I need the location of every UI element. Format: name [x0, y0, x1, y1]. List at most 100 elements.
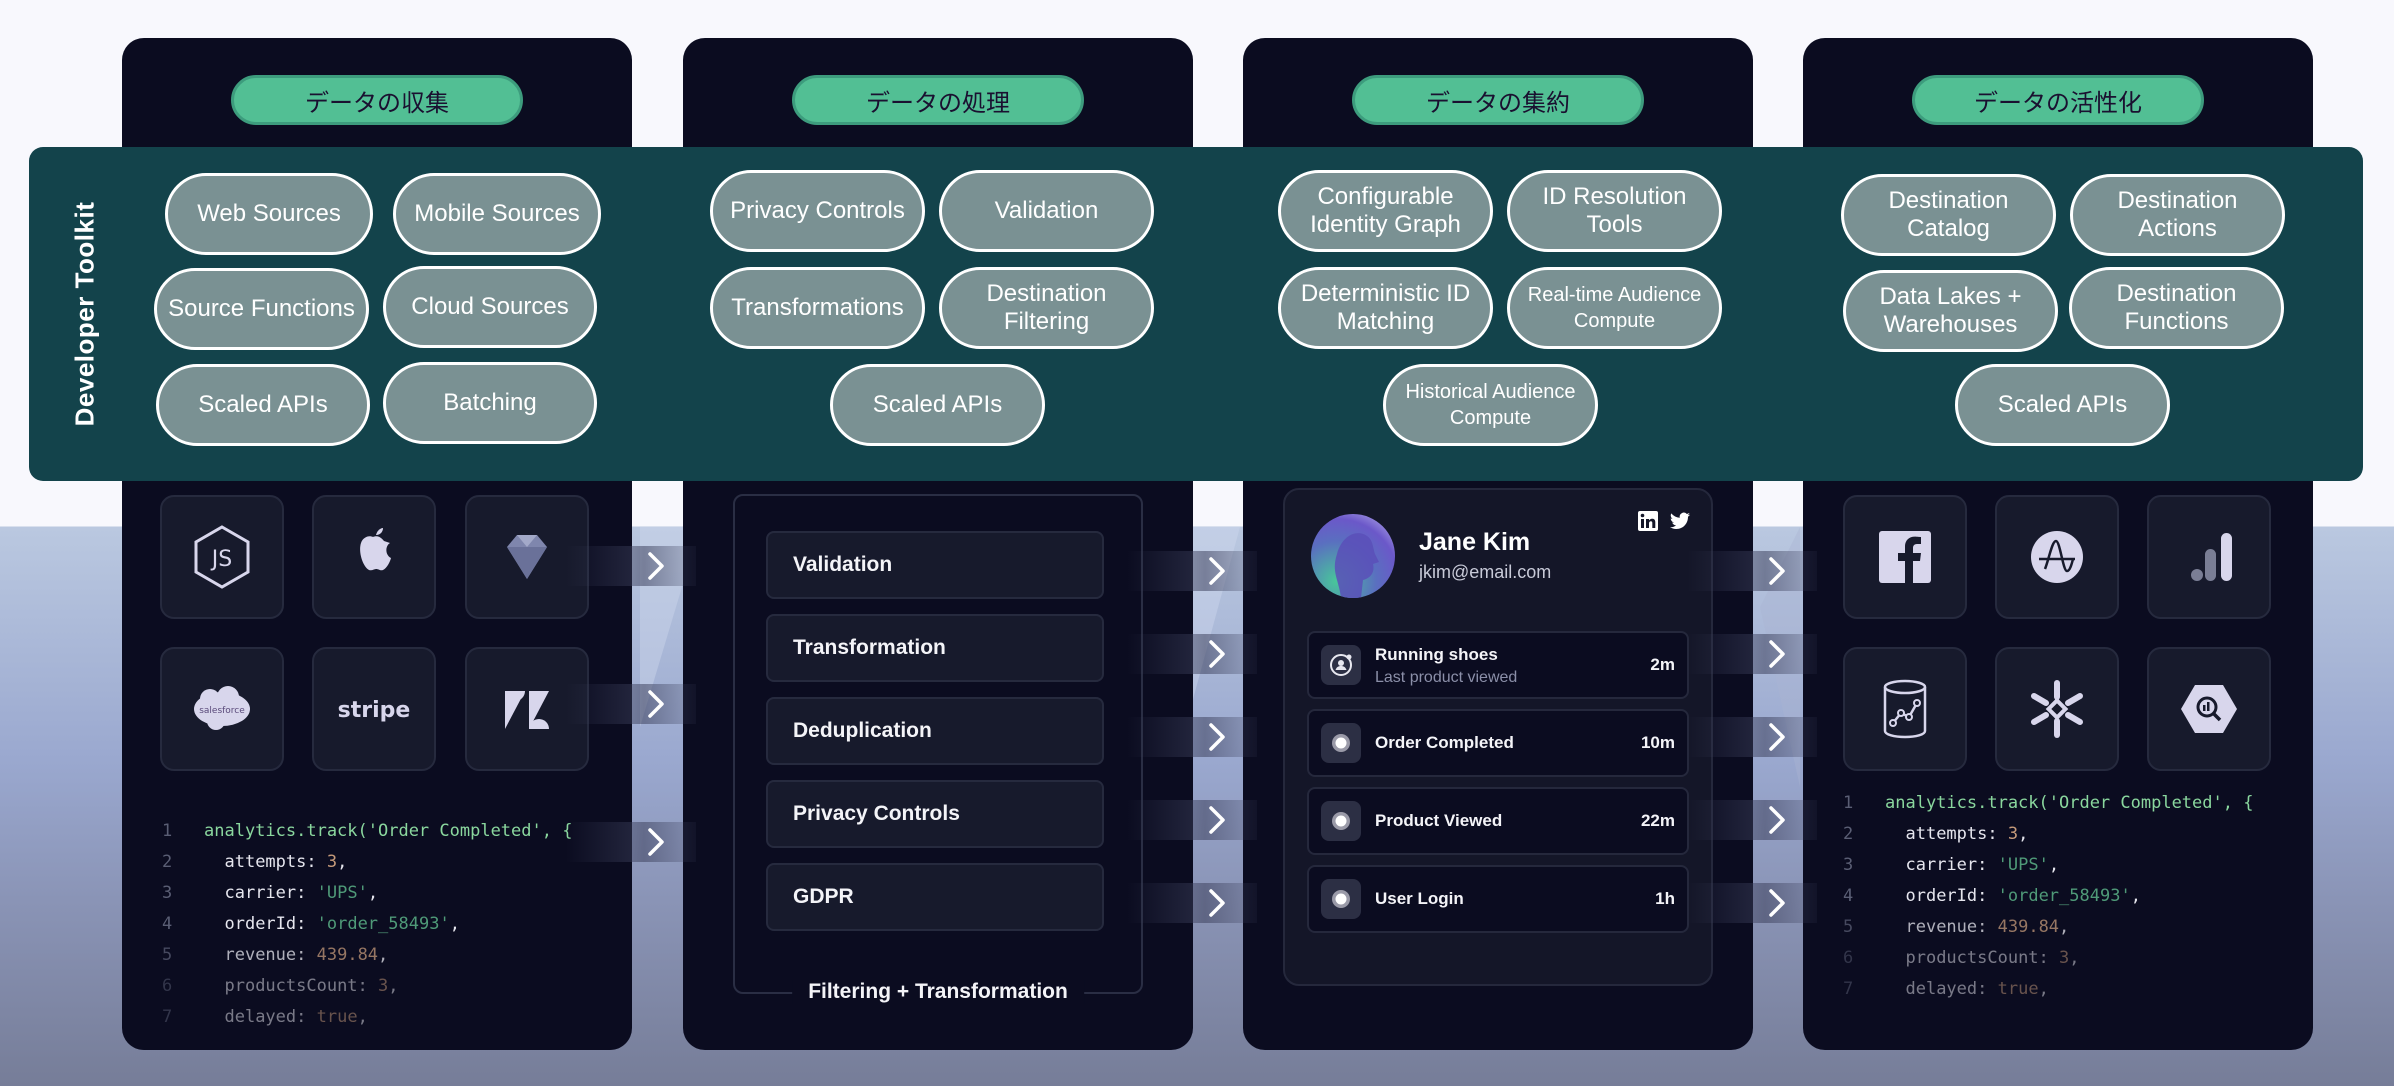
pill-source-functions[interactable]: Source Functions	[154, 268, 369, 350]
profile-name: Jane Kim	[1419, 528, 1531, 556]
svg-text:JS: JS	[210, 547, 232, 572]
chevron-right-icon	[1209, 557, 1225, 585]
pill-batching[interactable]: Batching	[383, 362, 597, 444]
pill-scaled-apis[interactable]: Scaled APIs	[1955, 364, 2170, 446]
arrow-connector	[1127, 551, 1257, 591]
facebook-icon	[1879, 531, 1931, 583]
event-title: Product Viewed	[1375, 811, 1503, 830]
event-title: Running shoes	[1375, 645, 1498, 664]
arrow-connector	[566, 546, 696, 586]
chevron-right-icon	[1209, 640, 1225, 668]
event-time: 10m	[1640, 733, 1675, 752]
pill-privacy-controls[interactable]: Privacy Controls	[710, 170, 925, 252]
tile-snowflake[interactable]	[1995, 647, 2119, 771]
pill-scaled-apis[interactable]: Scaled APIs	[156, 364, 370, 446]
stage-badge-activate: データの活性化	[1912, 75, 2204, 125]
pill-destination-functions[interactable]: Destination Functions	[2069, 267, 2284, 349]
pill-deterministic-id-matching[interactable]: Deterministic ID Matching	[1278, 267, 1493, 349]
chevron-right-icon	[648, 690, 664, 718]
code-line: 2 attempts: 3,	[1843, 824, 2029, 844]
linkedin-icon[interactable]	[1637, 510, 1659, 532]
pill-destination-catalog[interactable]: Destination Catalog	[1841, 174, 2056, 256]
salesforce-icon: salesforce	[194, 686, 250, 730]
pill-scaled-apis[interactable]: Scaled APIs	[830, 364, 1045, 446]
event-time: 1h	[1655, 889, 1675, 908]
stage-badge-collect: データの収集	[231, 75, 523, 125]
tile-apple[interactable]	[312, 495, 436, 619]
profile-card: Jane Kim jkim@email.com Running shoes La…	[1283, 488, 1713, 986]
pill-destination-actions[interactable]: Destination Actions	[2070, 174, 2285, 256]
code-line: 6 productsCount: 3,	[1843, 948, 2080, 968]
avatar	[1311, 514, 1395, 598]
data-lake-icon	[1883, 679, 1927, 739]
arrow-connector	[1127, 800, 1257, 840]
chevron-right-icon	[1209, 723, 1225, 751]
pill-id-resolution-tools[interactable]: ID Resolution Tools	[1507, 170, 1722, 252]
event-product-viewed[interactable]: Product Viewed 22m	[1307, 787, 1689, 855]
step-gdpr[interactable]: GDPR	[766, 863, 1104, 931]
tile-stripe[interactable]: stripe	[312, 647, 436, 771]
arrow-connector	[1127, 717, 1257, 757]
arrow-connector	[1127, 883, 1257, 923]
tile-salesforce[interactable]: salesforce	[160, 647, 284, 771]
stripe-icon: stripe	[338, 698, 410, 723]
pill-destination-filtering[interactable]: Destination Filtering	[939, 267, 1154, 349]
twitter-icon[interactable]	[1669, 510, 1691, 532]
pill-transformations[interactable]: Transformations	[710, 267, 925, 349]
arrow-connector	[1687, 800, 1817, 840]
event-user-login[interactable]: User Login 1h	[1307, 865, 1689, 933]
tile-amplitude[interactable]	[1995, 495, 2119, 619]
pill-mobile-sources[interactable]: Mobile Sources	[393, 173, 601, 255]
code-line: 6 productsCount: 3,	[162, 976, 399, 996]
chevron-right-icon	[648, 828, 664, 856]
pill-realtime-audience-compute[interactable]: Real-time Audience Compute	[1507, 267, 1722, 349]
chevron-right-icon	[1209, 889, 1225, 917]
pill-data-lakes-warehouses[interactable]: Data Lakes + Warehouses	[1843, 270, 2058, 352]
code-line: 4 orderId: 'order_58493',	[162, 914, 460, 934]
step-validation[interactable]: Validation	[766, 531, 1104, 599]
ruby-icon	[507, 535, 547, 579]
user-circle-icon	[1321, 645, 1361, 685]
dot-icon	[1321, 723, 1361, 763]
pill-historical-audience-compute[interactable]: Historical Audience Compute	[1383, 364, 1598, 446]
arrow-connector	[566, 822, 696, 862]
nodejs-icon: JS	[194, 525, 250, 589]
code-line: 3 carrier: 'UPS',	[1843, 855, 2060, 875]
code-line: 4 orderId: 'order_58493',	[1843, 886, 2141, 906]
band-title: Developer Toolkit	[69, 201, 100, 427]
arrow-connector	[1687, 717, 1817, 757]
code-line: 1 analytics.track('Order Completed', {	[162, 821, 573, 841]
code-line: 3 carrier: 'UPS',	[162, 883, 379, 903]
zendesk-icon	[505, 691, 549, 729]
event-time: 22m	[1640, 811, 1675, 830]
pill-configurable-identity-graph[interactable]: Configurable Identity Graph	[1278, 170, 1493, 252]
tile-facebook[interactable]	[1843, 495, 1967, 619]
chevron-right-icon	[1769, 889, 1785, 917]
tile-nodejs[interactable]: JS	[160, 495, 284, 619]
tile-data-lake[interactable]	[1843, 647, 1967, 771]
chevron-right-icon	[1769, 640, 1785, 668]
event-time: 2m	[1650, 655, 1675, 674]
code-line: 7 delayed: true,	[162, 1007, 368, 1027]
code-line: 5 revenue: 439.84,	[1843, 917, 2070, 937]
arrow-connector	[1687, 551, 1817, 591]
dot-icon	[1321, 801, 1361, 841]
event-title: User Login	[1375, 889, 1464, 908]
event-running-shoes[interactable]: Running shoes Last product viewed 2m	[1307, 631, 1689, 699]
pill-cloud-sources[interactable]: Cloud Sources	[383, 266, 597, 348]
code-fade	[122, 1030, 632, 1050]
step-transformation[interactable]: Transformation	[766, 614, 1104, 682]
chevron-right-icon	[1769, 806, 1785, 834]
step-privacy-controls[interactable]: Privacy Controls	[766, 780, 1104, 848]
pill-web-sources[interactable]: Web Sources	[165, 173, 373, 255]
step-deduplication[interactable]: Deduplication	[766, 697, 1104, 765]
dot-icon	[1321, 879, 1361, 919]
tile-google-analytics[interactable]	[2147, 495, 2271, 619]
tile-bigquery[interactable]	[2147, 647, 2271, 771]
code-line: 7 delayed: true,	[1843, 979, 2049, 999]
arrow-connector	[1687, 634, 1817, 674]
event-order-completed[interactable]: Order Completed 10m	[1307, 709, 1689, 777]
event-title: Order Completed	[1375, 733, 1514, 752]
pill-validation[interactable]: Validation	[939, 170, 1154, 252]
amplitude-icon	[2031, 531, 2083, 583]
